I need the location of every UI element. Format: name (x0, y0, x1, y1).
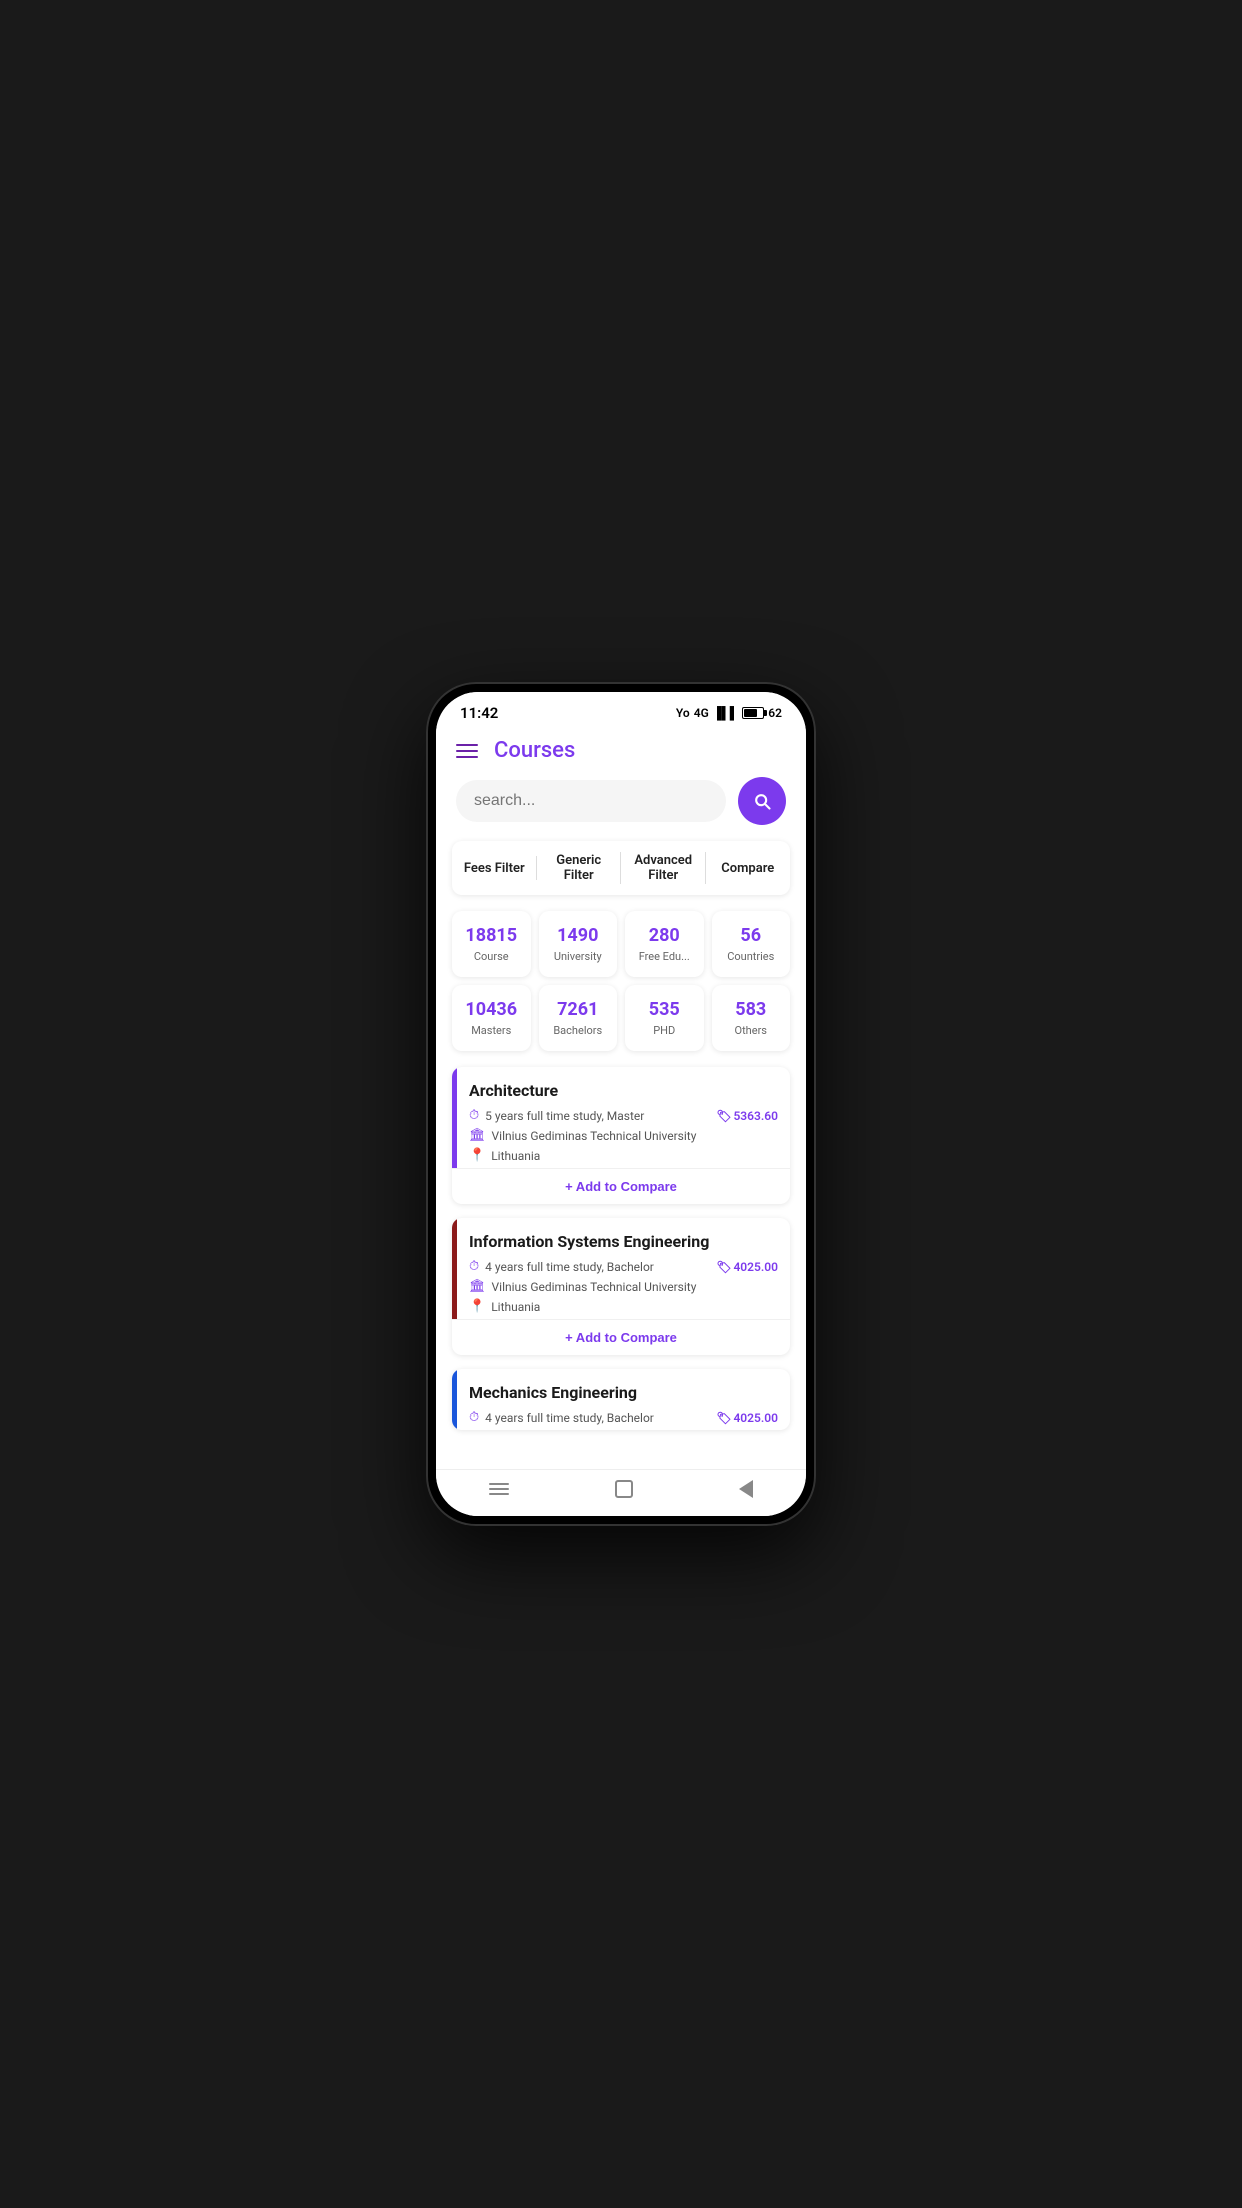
course-card-inner-0: Architecture ⏱ 5 years full time study, … (452, 1067, 790, 1168)
nav-home-icon (615, 1480, 633, 1498)
course-card-inner-1: Information Systems Engineering ⏱ 4 year… (452, 1218, 790, 1319)
stat-card-bachelors[interactable]: 7261 Bachelors (539, 985, 618, 1051)
tab-fees-filter[interactable]: Fees Filter (452, 849, 537, 888)
course-price-2: 🏷 4025.00 (716, 1411, 778, 1425)
stat-label-masters: Masters (471, 1024, 511, 1037)
nav-home-button[interactable] (615, 1480, 633, 1498)
scroll-content[interactable]: Courses Fees Filter Generic Filter Advan… (436, 728, 806, 1469)
stat-label-freeedu: Free Edu... (639, 950, 690, 963)
course-duration-row-0: ⏱ 5 years full time study, Master 🏷 5363… (469, 1108, 778, 1123)
add-compare-btn-1[interactable]: + Add to Compare (452, 1319, 790, 1355)
phone-frame: 11:42 Yo 4G ▐▌▌ 62 Courses (426, 682, 816, 1526)
phone-screen: 11:42 Yo 4G ▐▌▌ 62 Courses (436, 692, 806, 1516)
stat-number-others: 583 (735, 999, 766, 1020)
signal-bars: ▐▌▌ (713, 706, 739, 720)
battery-percent: 62 (768, 706, 782, 720)
nav-back-icon (739, 1480, 753, 1498)
course-card-2[interactable]: Mechanics Engineering ⏱ 4 years full tim… (452, 1369, 790, 1430)
tab-compare[interactable]: Compare (706, 849, 791, 888)
stat-card-university[interactable]: 1490 University (539, 911, 618, 977)
course-duration-row-2: ⏱ 4 years full time study, Bachelor 🏷 40… (469, 1410, 778, 1425)
course-duration-row-1: ⏱ 4 years full time study, Bachelor 🏷 40… (469, 1259, 778, 1274)
stat-number-university: 1490 (557, 925, 598, 946)
stat-label-others: Others (735, 1024, 767, 1037)
course-country-row-1: 📍 Lithuania (469, 1299, 778, 1314)
location-icon-0: 📍 (469, 1148, 485, 1163)
search-button[interactable] (738, 777, 786, 825)
stat-label-bachelors: Bachelors (553, 1024, 602, 1037)
stat-number-countries: 56 (740, 925, 761, 946)
4g-indicator: 4G (694, 706, 709, 720)
course-duration-2: 4 years full time study, Bachelor (485, 1411, 710, 1425)
price-icon-2: 🏷 (716, 1411, 731, 1425)
university-icon-0: 🏛 (469, 1128, 486, 1143)
course-name-2: Mechanics Engineering (469, 1383, 778, 1402)
course-card-1[interactable]: Information Systems Engineering ⏱ 4 year… (452, 1218, 790, 1355)
course-country-1: Lithuania (491, 1300, 778, 1314)
clock-icon-2: ⏱ (469, 1410, 479, 1425)
filter-tabs: Fees Filter Generic Filter Advanced Filt… (452, 841, 790, 895)
price-icon-0: 🏷 (716, 1109, 731, 1123)
price-icon-1: 🏷 (716, 1260, 731, 1274)
course-uni-row-1: 🏛 Vilnius Gediminas Technical University (469, 1279, 778, 1294)
stat-number-bachelors: 7261 (557, 999, 598, 1020)
status-bar: 11:42 Yo 4G ▐▌▌ 62 (436, 692, 806, 728)
status-time: 11:42 (460, 704, 498, 722)
course-card-0[interactable]: Architecture ⏱ 5 years full time study, … (452, 1067, 790, 1204)
search-input-wrap (456, 780, 726, 822)
course-uni-1: Vilnius Gediminas Technical University (492, 1280, 778, 1294)
course-body-0: Architecture ⏱ 5 years full time study, … (457, 1067, 790, 1168)
bottom-nav (436, 1469, 806, 1516)
status-icons: Yo 4G ▐▌▌ 62 (676, 706, 782, 720)
stat-card-course[interactable]: 18815 Course (452, 911, 531, 977)
stat-label-university: University (554, 950, 602, 963)
course-body-2: Mechanics Engineering ⏱ 4 years full tim… (457, 1369, 790, 1430)
stat-label-course: Course (474, 950, 509, 963)
university-icon-1: 🏛 (469, 1279, 486, 1294)
search-section (436, 777, 806, 841)
course-duration-1: 4 years full time study, Bachelor (485, 1260, 710, 1274)
stat-card-others[interactable]: 583 Others (712, 985, 791, 1051)
search-input[interactable] (474, 792, 708, 810)
course-card-inner-2: Mechanics Engineering ⏱ 4 years full tim… (452, 1369, 790, 1430)
add-compare-btn-0[interactable]: + Add to Compare (452, 1168, 790, 1204)
nav-back-button[interactable] (739, 1480, 753, 1498)
network-indicator: Yo (676, 706, 690, 720)
stat-number-course: 18815 (465, 925, 517, 946)
stat-card-freeedu[interactable]: 280 Free Edu... (625, 911, 704, 977)
stat-card-phd[interactable]: 535 PHD (625, 985, 704, 1051)
clock-icon-0: ⏱ (469, 1108, 479, 1123)
nav-menu-button[interactable] (489, 1483, 509, 1495)
course-country-0: Lithuania (491, 1149, 778, 1163)
course-uni-row-0: 🏛 Vilnius Gediminas Technical University (469, 1128, 778, 1143)
stat-number-phd: 535 (649, 999, 680, 1020)
course-price-0: 🏷 5363.60 (716, 1109, 778, 1123)
stat-number-masters: 10436 (465, 999, 517, 1020)
course-uni-0: Vilnius Gediminas Technical University (492, 1129, 778, 1143)
stat-card-masters[interactable]: 10436 Masters (452, 985, 531, 1051)
tab-generic-filter[interactable]: Generic Filter (537, 841, 622, 895)
clock-icon-1: ⏱ (469, 1259, 479, 1274)
header: Courses (436, 728, 806, 777)
page-title: Courses (494, 738, 575, 763)
stat-label-countries: Countries (727, 950, 774, 963)
course-name-1: Information Systems Engineering (469, 1232, 778, 1251)
course-duration-0: 5 years full time study, Master (485, 1109, 710, 1123)
stat-label-phd: PHD (653, 1024, 675, 1037)
tab-advanced-filter[interactable]: Advanced Filter (621, 841, 706, 895)
location-icon-1: 📍 (469, 1299, 485, 1314)
battery-icon (742, 707, 764, 719)
battery-fill (744, 709, 756, 717)
stats-grid: 18815 Course 1490 University 280 Free Ed… (436, 911, 806, 1067)
hamburger-icon[interactable] (456, 744, 478, 758)
course-country-row-0: 📍 Lithuania (469, 1148, 778, 1163)
course-name-0: Architecture (469, 1081, 778, 1100)
course-price-1: 🏷 4025.00 (716, 1260, 778, 1274)
search-icon (752, 791, 772, 811)
stat-card-countries[interactable]: 56 Countries (712, 911, 791, 977)
stat-number-freeedu: 280 (649, 925, 680, 946)
course-body-1: Information Systems Engineering ⏱ 4 year… (457, 1218, 790, 1319)
nav-hamburger-icon (489, 1483, 509, 1495)
